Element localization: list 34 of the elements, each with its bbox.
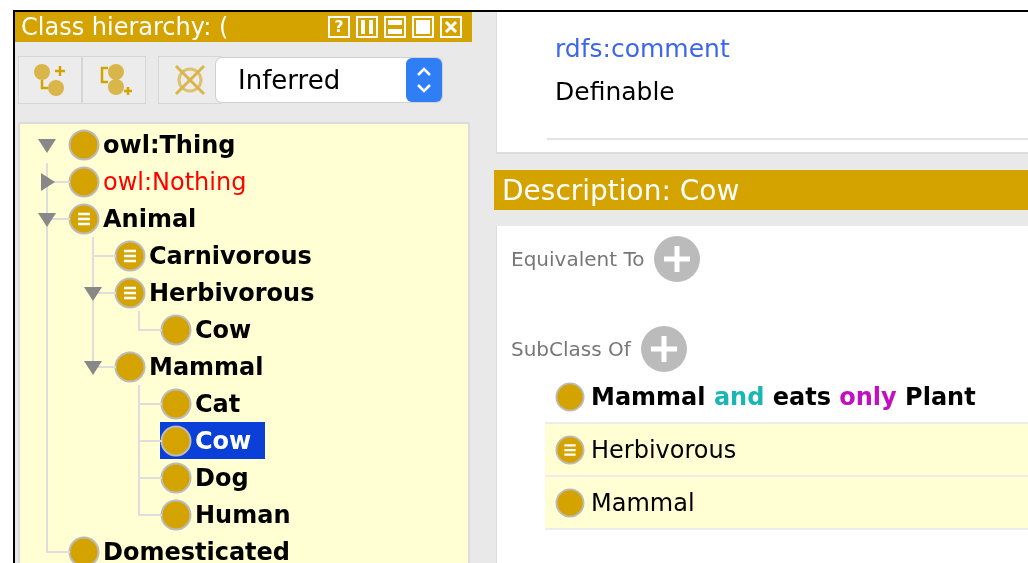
add-icon[interactable] xyxy=(640,326,687,372)
tree-item[interactable]: Dog xyxy=(160,459,263,496)
maximize-icon[interactable] xyxy=(412,16,434,38)
add-subclass-button[interactable] xyxy=(18,56,82,104)
section-label: Equivalent To xyxy=(511,247,645,271)
annotation-property-link[interactable]: rdfs:comment xyxy=(555,34,1028,63)
tree-item[interactable]: Mammal xyxy=(114,348,278,385)
tree-item[interactable]: Cat xyxy=(160,385,255,422)
class-expression: Mammal and eats only Plant xyxy=(591,383,976,411)
view-mode-dropdown[interactable]: Inferred xyxy=(216,58,442,102)
close-icon[interactable] xyxy=(440,16,462,38)
tree-item[interactable]: Domesticated xyxy=(68,533,305,563)
tree-item[interactable]: Human xyxy=(160,496,305,533)
split-icon[interactable] xyxy=(356,16,378,38)
class-name: Mammal xyxy=(591,488,695,517)
minimize-icon[interactable] xyxy=(384,16,406,38)
subclass-entry[interactable]: Mammal xyxy=(545,477,1028,530)
add-icon[interactable] xyxy=(654,236,701,282)
annotation-value: Definable xyxy=(555,77,676,106)
stepper-icon xyxy=(406,58,442,102)
tree-item[interactable]: Herbivorous xyxy=(114,274,329,311)
tree-item[interactable]: Cow xyxy=(160,422,266,459)
panel-title: Class hierarchy: ( xyxy=(21,13,229,41)
tree-item[interactable]: Carnivorous xyxy=(114,237,326,274)
tree-item[interactable]: owl:Nothing xyxy=(68,163,261,200)
tree-item[interactable]: Cow xyxy=(160,311,266,348)
delete-class-button[interactable] xyxy=(158,56,222,104)
tree-item[interactable]: owl:Thing xyxy=(68,126,250,163)
section-label: SubClass Of xyxy=(511,337,631,361)
class-name: Herbivorous xyxy=(591,435,737,464)
description-title: Description: Cow xyxy=(502,173,740,207)
tree-item[interactable]: Animal xyxy=(68,200,211,237)
add-sibling-button[interactable] xyxy=(82,56,146,104)
subclass-entry[interactable]: Herbivorous xyxy=(545,424,1028,477)
